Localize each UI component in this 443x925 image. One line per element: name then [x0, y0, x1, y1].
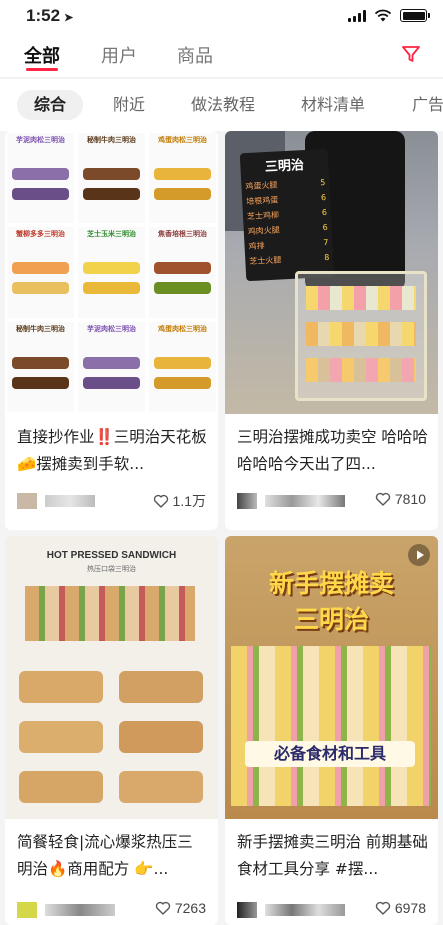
note-card[interactable]: 芋泥肉松三明治 秘制牛肉三明治 鸡蛋肉松三明治 蟹柳多多三明治 芝士玉米三明治 … [5, 131, 218, 530]
location-arrow-icon: ➤ [64, 12, 74, 24]
chip-comprehensive[interactable]: 综合 [17, 90, 84, 120]
like-count[interactable]: 7810 [375, 491, 426, 507]
note-cover-image: 三明治 鸡蛋火腿 培根鸡蛋 芝士鸡柳 鸡肉火腿 鸡排 芝士火腿 566678 [225, 131, 438, 414]
status-icons [348, 9, 430, 22]
avatar[interactable] [237, 902, 257, 918]
note-meta: 1.1万 [17, 491, 206, 513]
filter-icon[interactable] [401, 44, 421, 64]
sort-chip-bar: 综合 附近 做法教程 材料清单 广告 [0, 79, 443, 131]
like-count[interactable]: 1.1万 [153, 491, 206, 511]
chip-nearby[interactable]: 附近 [113, 90, 145, 120]
note-title: 三明治摆摊成功卖空 哈哈哈哈哈哈今天出了四... [237, 428, 428, 473]
heart-icon [375, 901, 391, 915]
tab-all[interactable]: 全部 [24, 42, 60, 68]
video-play-icon [408, 544, 430, 566]
author-name-blurred[interactable] [265, 495, 345, 507]
avatar[interactable] [17, 493, 37, 509]
note-meta: 6978 [237, 900, 426, 922]
menu-board: 三明治 鸡蛋火腿 培根鸡蛋 芝士鸡柳 鸡肉火腿 鸡排 芝士火腿 566678 [239, 148, 335, 282]
note-cover-image: 芋泥肉松三明治 秘制牛肉三明治 鸡蛋肉松三明治 蟹柳多多三明治 芝士玉米三明治 … [5, 131, 218, 414]
like-count[interactable]: 7263 [155, 900, 206, 916]
heart-icon [153, 494, 168, 508]
like-count[interactable]: 6978 [375, 900, 426, 916]
chip-ads[interactable]: 广告 [412, 90, 443, 120]
chip-tutorial[interactable]: 做法教程 [191, 90, 255, 120]
author-name-blurred[interactable] [45, 495, 95, 507]
note-cover-image: HOT PRESSED SANDWICH 热压口袋三明治 [5, 536, 218, 819]
active-tab-indicator [26, 68, 58, 71]
note-card[interactable]: HOT PRESSED SANDWICH 热压口袋三明治 简餐轻食|流心爆浆热压… [5, 536, 218, 925]
note-meta: 7263 [17, 900, 206, 922]
note-cover-image: 新手摆摊卖 三明治 必备食材和工具 [225, 536, 438, 819]
note-title: 直接抄作业‼️三明治天花板🧀摆摊卖到手软... [17, 428, 207, 473]
battery-icon [400, 9, 430, 22]
chip-ingredient-list[interactable]: 材料清单 [301, 90, 365, 120]
heart-icon [375, 492, 391, 506]
note-title: 新手摆摊卖三明治 前期基础食材工具分享 #摆... [237, 833, 428, 878]
avatar[interactable] [17, 902, 37, 918]
wifi-icon [374, 9, 392, 22]
search-result-tabs: 全部 用户 商品 [0, 32, 443, 78]
tab-users[interactable]: 用户 [101, 42, 137, 68]
status-bar: 1:52 ➤ [0, 0, 443, 32]
heart-icon [155, 901, 171, 915]
status-time: 1:52 ➤ [26, 6, 74, 25]
cellular-signal-icon [348, 9, 366, 22]
note-card[interactable]: 新手摆摊卖 三明治 必备食材和工具 新手摆摊卖三明治 前期基础食材工具分享 #摆… [225, 536, 438, 925]
note-meta: 7810 [237, 491, 426, 513]
avatar[interactable] [237, 493, 257, 509]
author-name-blurred[interactable] [265, 904, 345, 916]
author-name-blurred[interactable] [45, 904, 115, 916]
note-title: 简餐轻食|流心爆浆热压三明治🔥商用配方 👉... [17, 833, 193, 878]
tab-products[interactable]: 商品 [177, 42, 213, 68]
note-card[interactable]: 三明治 鸡蛋火腿 培根鸡蛋 芝士鸡柳 鸡肉火腿 鸡排 芝士火腿 566678 三明治摆摊成… [225, 131, 438, 530]
